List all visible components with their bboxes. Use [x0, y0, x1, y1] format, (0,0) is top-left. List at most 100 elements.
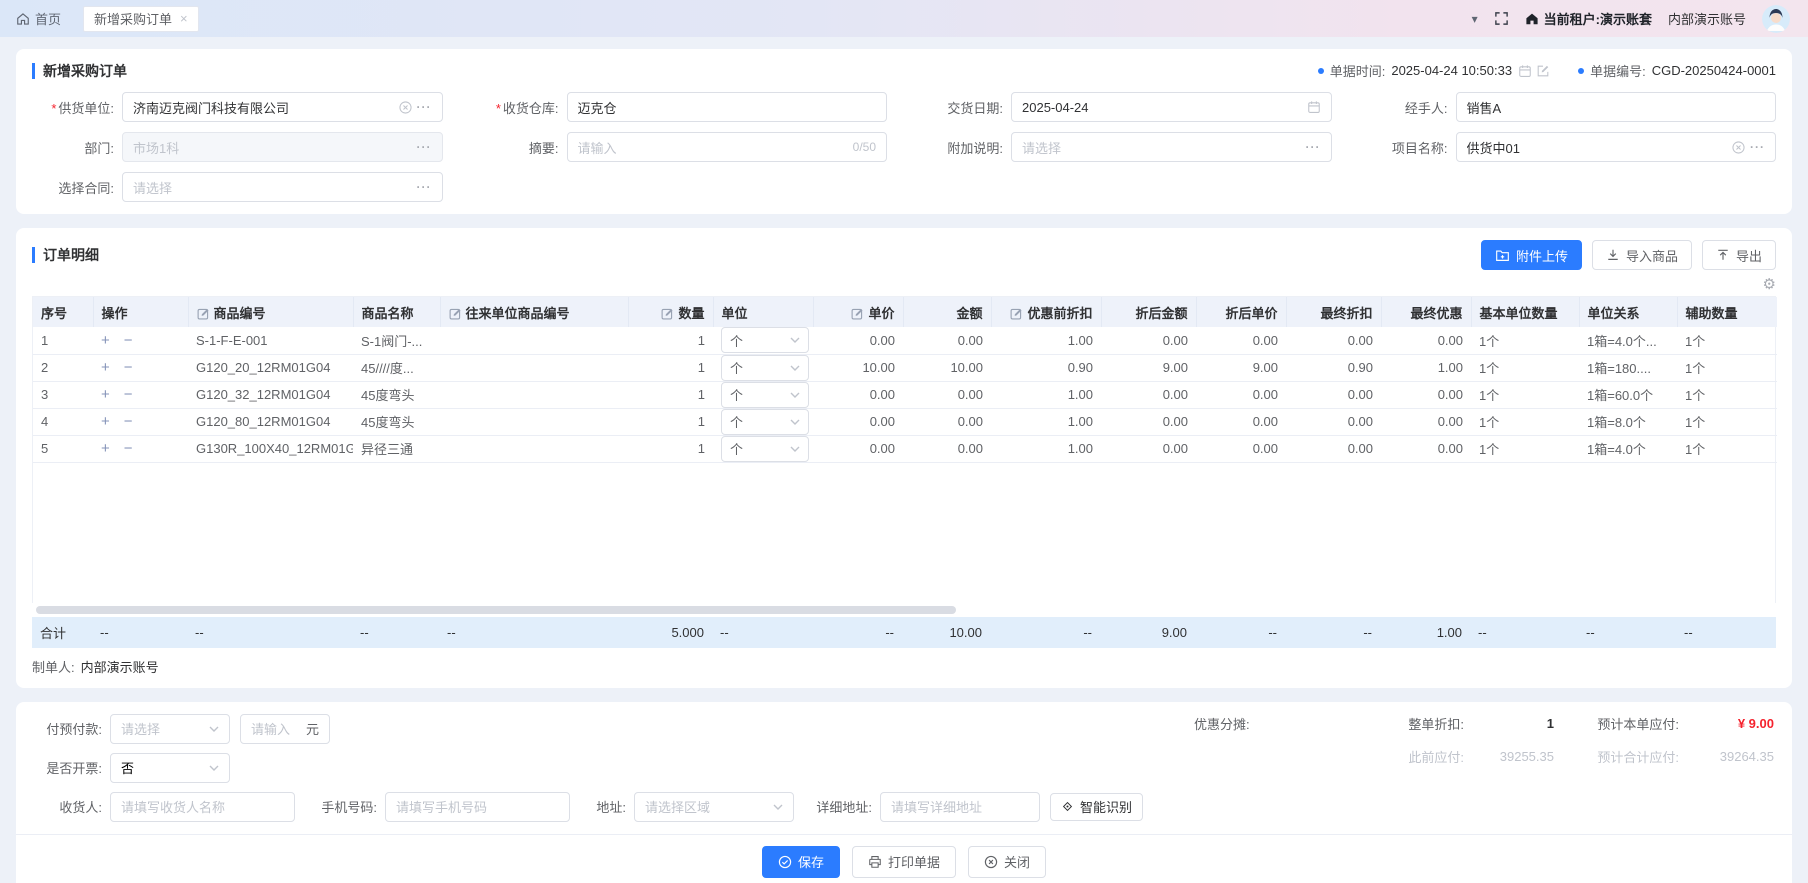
- extra-note-input[interactable]: 请选择 ···: [1011, 132, 1332, 162]
- tab-new-purchase-order[interactable]: 新增采购订单 ×: [83, 6, 199, 32]
- prepay-select[interactable]: 请选择: [110, 714, 230, 744]
- export-button[interactable]: 导出: [1702, 240, 1776, 270]
- contract-input[interactable]: 请选择 ···: [122, 172, 443, 202]
- cell-qty[interactable]: 1: [628, 354, 713, 381]
- home-icon: [16, 12, 30, 26]
- cell-final-benefit: 0.00: [1381, 327, 1471, 354]
- save-label: 保存: [798, 852, 824, 871]
- detail-address-input[interactable]: 请填写详细地址: [880, 792, 1040, 822]
- cell-seq: 2: [33, 354, 93, 381]
- add-row-button[interactable]: +: [101, 332, 110, 349]
- scrollbar-thumb[interactable]: [36, 606, 956, 614]
- phone-input[interactable]: 请填写手机号码: [385, 792, 570, 822]
- remove-row-button[interactable]: −: [124, 440, 133, 457]
- summary-input[interactable]: 请输入 0/50: [567, 132, 888, 162]
- cell-disc-price: 0.00: [1196, 327, 1286, 354]
- clear-icon[interactable]: [1732, 141, 1745, 154]
- print-button[interactable]: 打印单据: [852, 846, 956, 878]
- calendar-icon[interactable]: [1307, 100, 1321, 114]
- more-icon[interactable]: ···: [1750, 140, 1765, 154]
- supplier-input[interactable]: 济南迈克阀门科技有限公司 ···: [122, 92, 443, 122]
- unit-select[interactable]: 个: [721, 436, 809, 462]
- cell-amount: 10.00: [903, 354, 991, 381]
- add-row-button[interactable]: +: [101, 359, 110, 376]
- prepay-placeholder: 请选择: [121, 719, 160, 738]
- col-header-unit: 单位: [713, 297, 813, 327]
- col-header-unit-relation: 单位关系: [1579, 297, 1677, 327]
- folder-plus-icon: [1495, 248, 1510, 263]
- unit-select[interactable]: 个: [721, 355, 809, 381]
- total-amount: 10.00: [902, 617, 990, 648]
- more-icon[interactable]: ···: [417, 180, 432, 194]
- unit-select[interactable]: 个: [721, 409, 809, 435]
- horizontal-scrollbar[interactable]: [34, 606, 1774, 614]
- blue-dot-icon: [1578, 68, 1584, 74]
- total-disc-amount: 9.00: [1100, 617, 1195, 648]
- cell-amount: 0.00: [903, 435, 991, 462]
- cell-qty[interactable]: 1: [628, 408, 713, 435]
- share-label: 优惠分摊:: [1194, 714, 1324, 733]
- add-row-button[interactable]: +: [101, 440, 110, 457]
- address-select[interactable]: 请选择区域: [634, 792, 794, 822]
- remove-row-button[interactable]: −: [124, 413, 133, 430]
- project-label: 项目名称:: [1366, 138, 1448, 157]
- add-row-button[interactable]: +: [101, 386, 110, 403]
- more-icon[interactable]: ···: [417, 100, 432, 114]
- close-icon[interactable]: ×: [180, 11, 188, 26]
- remove-row-button[interactable]: −: [124, 386, 133, 403]
- cell-final-benefit: 0.00: [1381, 408, 1471, 435]
- import-products-button[interactable]: 导入商品: [1592, 240, 1692, 270]
- account-name[interactable]: 内部演示账号: [1668, 9, 1746, 28]
- delivery-date-value: 2025-04-24: [1022, 100, 1301, 115]
- calendar-icon[interactable]: [1518, 64, 1532, 78]
- unit-select[interactable]: 个: [721, 327, 809, 353]
- handler-input[interactable]: 销售A: [1456, 92, 1777, 122]
- remove-row-button[interactable]: −: [124, 332, 133, 349]
- remove-row-button[interactable]: −: [124, 359, 133, 376]
- cell-qty[interactable]: 1: [628, 381, 713, 408]
- cell-partner-code: [440, 381, 628, 408]
- warehouse-input[interactable]: 迈克仓: [567, 92, 888, 122]
- cell-amount: 0.00: [903, 381, 991, 408]
- tenant-info[interactable]: 当前租户:演示账套: [1525, 9, 1652, 28]
- col-header-code: 商品编号: [188, 297, 353, 327]
- cell-final-discount: 0.00: [1286, 327, 1381, 354]
- save-button[interactable]: 保存: [762, 846, 840, 878]
- add-row-button[interactable]: +: [101, 413, 110, 430]
- unit-select[interactable]: 个: [721, 382, 809, 408]
- close-button[interactable]: 关闭: [968, 846, 1046, 878]
- cell-pre-discount: 1.00: [991, 408, 1101, 435]
- total-aux-qty: --: [1676, 617, 1776, 648]
- delivery-date-input[interactable]: 2025-04-24: [1011, 92, 1332, 122]
- cell-pre-discount: 1.00: [991, 435, 1101, 462]
- smart-recognize-button[interactable]: 智能识别: [1050, 793, 1143, 821]
- receiver-input[interactable]: 请填写收货人名称: [110, 792, 295, 822]
- attachment-upload-button[interactable]: 附件上传: [1481, 240, 1582, 270]
- edit-icon[interactable]: [1536, 64, 1550, 78]
- check-circle-icon: [778, 855, 792, 869]
- chevron-down-icon: [790, 392, 800, 398]
- invoice-select[interactable]: 否: [110, 753, 230, 783]
- totals-table-row: 合计--------5.000----10.00--9.00----1.00--…: [32, 617, 1776, 648]
- prepay-amount-input[interactable]: 请输入 元: [240, 714, 330, 744]
- home-link[interactable]: 首页: [16, 9, 61, 28]
- col-header-aux-qty: 辅助数量: [1677, 297, 1777, 327]
- more-icon[interactable]: ···: [1306, 140, 1321, 154]
- total-unit-relation: --: [1578, 617, 1676, 648]
- col-header-final-benefit: 最终优惠: [1381, 297, 1471, 327]
- project-input[interactable]: 供货中01 ···: [1456, 132, 1777, 162]
- cell-disc-amount: 0.00: [1101, 327, 1196, 354]
- total-final-discount: --: [1285, 617, 1380, 648]
- cell-qty[interactable]: 1: [628, 327, 713, 354]
- field-supplier: 供货单位: 济南迈克阀门科技有限公司 ···: [32, 92, 443, 122]
- total-op: --: [92, 617, 187, 648]
- detail-address-label: 详细地址:: [794, 797, 872, 816]
- clear-icon[interactable]: [399, 101, 412, 114]
- more-icon[interactable]: ···: [417, 140, 432, 154]
- cell-unit-relation: 1箱=180....: [1579, 354, 1677, 381]
- avatar[interactable]: [1762, 5, 1790, 33]
- tabs-dropdown-caret-icon[interactable]: ▾: [1472, 12, 1478, 26]
- column-settings-gear-icon[interactable]: ⚙: [1763, 277, 1776, 292]
- fullscreen-icon[interactable]: [1494, 11, 1509, 26]
- cell-qty[interactable]: 1: [628, 435, 713, 462]
